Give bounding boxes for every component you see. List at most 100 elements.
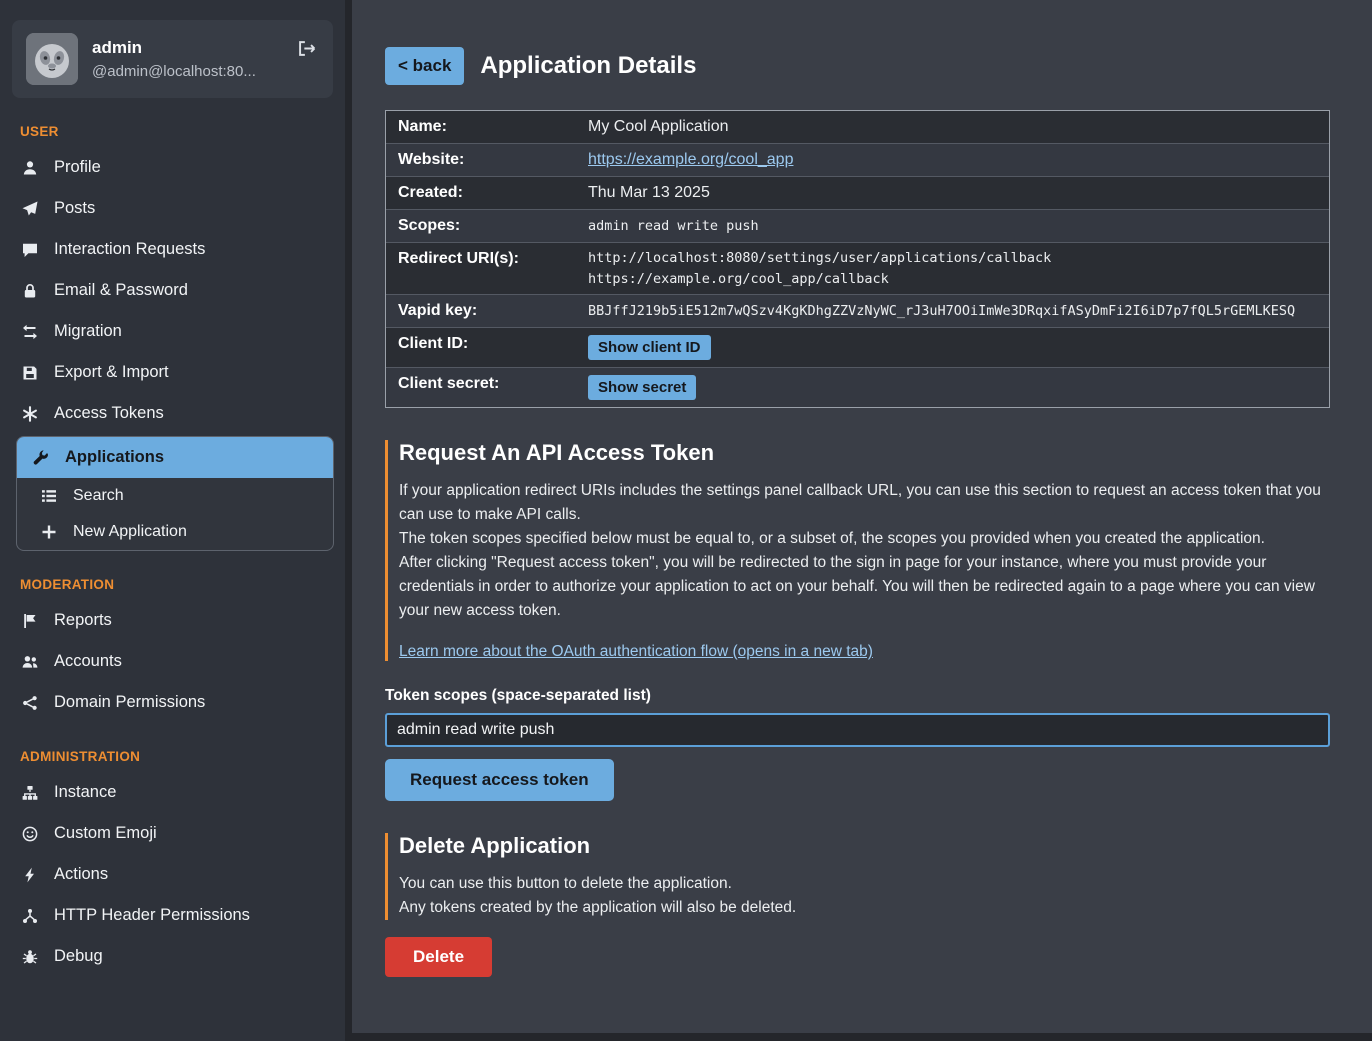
table-row-created: Created: Thu Mar 13 2025 <box>386 177 1329 210</box>
page-title: Application Details <box>480 52 696 80</box>
page-header: < back Application Details <box>385 47 1330 85</box>
sidebar-item-label: Interaction Requests <box>54 240 205 259</box>
sidebar-item-migration[interactable]: Migration <box>0 311 345 352</box>
sidebar-item-label: Custom Emoji <box>54 824 157 843</box>
sign-out-icon[interactable] <box>297 40 317 57</box>
user-avatar <box>26 33 78 85</box>
request-token-paragraph-2: The token scopes specified below must be… <box>399 527 1330 551</box>
sidebar-item-new-application[interactable]: New Application <box>17 514 333 550</box>
sidebar-item-label: Instance <box>54 783 116 802</box>
applications-block: Applications Search New Application <box>16 436 334 551</box>
sidebar-item-label: Access Tokens <box>54 404 164 423</box>
sidebar-item-label: Email & Password <box>54 281 188 300</box>
sidebar-item-export-import[interactable]: Export & Import <box>0 352 345 393</box>
table-row-website: Website: https://example.org/cool_app <box>386 144 1329 177</box>
sidebar-item-label: Search <box>73 487 124 505</box>
user-card: admin @admin@localhost:80... <box>12 20 333 98</box>
delete-button[interactable]: Delete <box>385 937 492 977</box>
sloth-avatar <box>26 33 78 85</box>
lock-icon <box>20 283 39 299</box>
table-row-redirect-uris: Redirect URI(s): http://localhost:8080/s… <box>386 243 1329 295</box>
sidebar-item-label: Export & Import <box>54 363 169 382</box>
flag-icon <box>20 613 39 629</box>
request-token-section: Request An API Access Token If your appl… <box>385 440 1330 661</box>
bolt-icon <box>20 867 39 883</box>
sidebar-item-http-header-permissions[interactable]: HTTP Header Permissions <box>0 895 345 936</box>
sidebar-item-email-password[interactable]: Email & Password <box>0 270 345 311</box>
delete-paragraph-2: Any tokens created by the application wi… <box>399 896 1330 920</box>
show-client-id-button[interactable]: Show client ID <box>588 335 711 360</box>
exchange-arrows-icon <box>20 324 39 340</box>
token-scopes-input[interactable] <box>385 713 1330 747</box>
sidebar-item-actions[interactable]: Actions <box>0 854 345 895</box>
users-icon <box>20 654 39 670</box>
sidebar-item-label: Accounts <box>54 652 122 671</box>
sidebar-item-label: HTTP Header Permissions <box>54 906 250 925</box>
section-label-administration: ADMINISTRATION <box>20 749 345 764</box>
table-row-vapid-key: Vapid key: BBJffJ219b5iE512m7wQSzv4KgKDh… <box>386 295 1329 328</box>
share-nodes-icon <box>20 695 39 711</box>
sidebar-item-label: Reports <box>54 611 112 630</box>
redirect-uri-2: https://example.org/cool_app/callback <box>588 271 889 287</box>
sidebar-item-interaction-requests[interactable]: Interaction Requests <box>0 229 345 270</box>
sidebar-item-domain-permissions[interactable]: Domain Permissions <box>0 682 345 723</box>
asterisk-icon <box>20 406 39 422</box>
sidebar-item-label: Debug <box>54 947 103 966</box>
request-token-paragraph-1: If your application redirect URIs includ… <box>399 479 1330 527</box>
sidebar-item-label: Migration <box>54 322 122 341</box>
delete-application-section: Delete Application You can use this butt… <box>385 833 1330 920</box>
user-handle: @admin@localhost:80... <box>92 63 256 80</box>
bug-icon <box>20 949 39 965</box>
request-token-paragraph-3: After clicking "Request access token", y… <box>399 551 1330 623</box>
user-name: admin <box>92 38 256 58</box>
scopes-value: admin read write push <box>588 218 759 234</box>
section-label-user: USER <box>20 124 345 139</box>
sidebar-item-reports[interactable]: Reports <box>0 600 345 641</box>
oauth-docs-link[interactable]: Learn more about the OAuth authenticatio… <box>399 643 873 661</box>
wrench-icon <box>31 450 50 466</box>
token-scopes-label: Token scopes (space-separated list) <box>385 687 1330 705</box>
paper-plane-icon <box>20 201 39 217</box>
smiley-icon <box>20 826 39 842</box>
sidebar-item-profile[interactable]: Profile <box>0 147 345 188</box>
sidebar-item-label: Profile <box>54 158 101 177</box>
delete-paragraph-1: You can use this button to delete the ap… <box>399 872 1330 896</box>
application-info-table: Name: My Cool Application Website: https… <box>385 110 1330 408</box>
app-name-value: My Cool Application <box>588 118 729 136</box>
sidebar-item-access-tokens[interactable]: Access Tokens <box>0 393 345 434</box>
comment-icon <box>20 242 39 258</box>
table-row-name: Name: My Cool Application <box>386 111 1329 144</box>
sidebar-item-label: Applications <box>65 448 164 467</box>
table-row-client-secret: Client secret: Show secret <box>386 368 1329 407</box>
redirect-uri-1: http://localhost:8080/settings/user/appl… <box>588 250 1051 266</box>
sidebar-item-custom-emoji[interactable]: Custom Emoji <box>0 813 345 854</box>
sidebar: admin @admin@localhost:80... USER Profil… <box>0 0 345 1041</box>
sidebar-item-applications[interactable]: Applications <box>17 437 333 478</box>
section-label-moderation: MODERATION <box>20 577 345 592</box>
sidebar-item-accounts[interactable]: Accounts <box>0 641 345 682</box>
plus-icon <box>39 524 58 540</box>
request-token-heading: Request An API Access Token <box>399 440 1330 466</box>
table-row-client-id: Client ID: Show client ID <box>386 328 1329 368</box>
delete-application-heading: Delete Application <box>399 833 1330 859</box>
show-secret-button[interactable]: Show secret <box>588 375 696 400</box>
sidebar-item-label: Domain Permissions <box>54 693 205 712</box>
network-nodes-icon <box>20 908 39 924</box>
back-button[interactable]: < back <box>385 47 464 85</box>
sidebar-item-applications-search[interactable]: Search <box>17 478 333 514</box>
vapid-key-value: BBJffJ219b5iE512m7wQSzv4KgKDhgZZVzNyWC_r… <box>588 303 1295 319</box>
sitemap-icon <box>20 785 39 801</box>
user-icon <box>20 160 39 176</box>
sidebar-item-posts[interactable]: Posts <box>0 188 345 229</box>
sidebar-item-label: Actions <box>54 865 108 884</box>
sidebar-item-label: New Application <box>73 523 187 541</box>
table-row-scopes: Scopes: admin read write push <box>386 210 1329 243</box>
list-icon <box>39 488 58 504</box>
sidebar-item-debug[interactable]: Debug <box>0 936 345 977</box>
floppy-disk-icon <box>20 365 39 381</box>
created-value: Thu Mar 13 2025 <box>588 184 710 202</box>
request-access-token-button[interactable]: Request access token <box>385 759 614 801</box>
website-link[interactable]: https://example.org/cool_app <box>588 151 793 169</box>
sidebar-item-label: Posts <box>54 199 95 218</box>
sidebar-item-instance[interactable]: Instance <box>0 772 345 813</box>
